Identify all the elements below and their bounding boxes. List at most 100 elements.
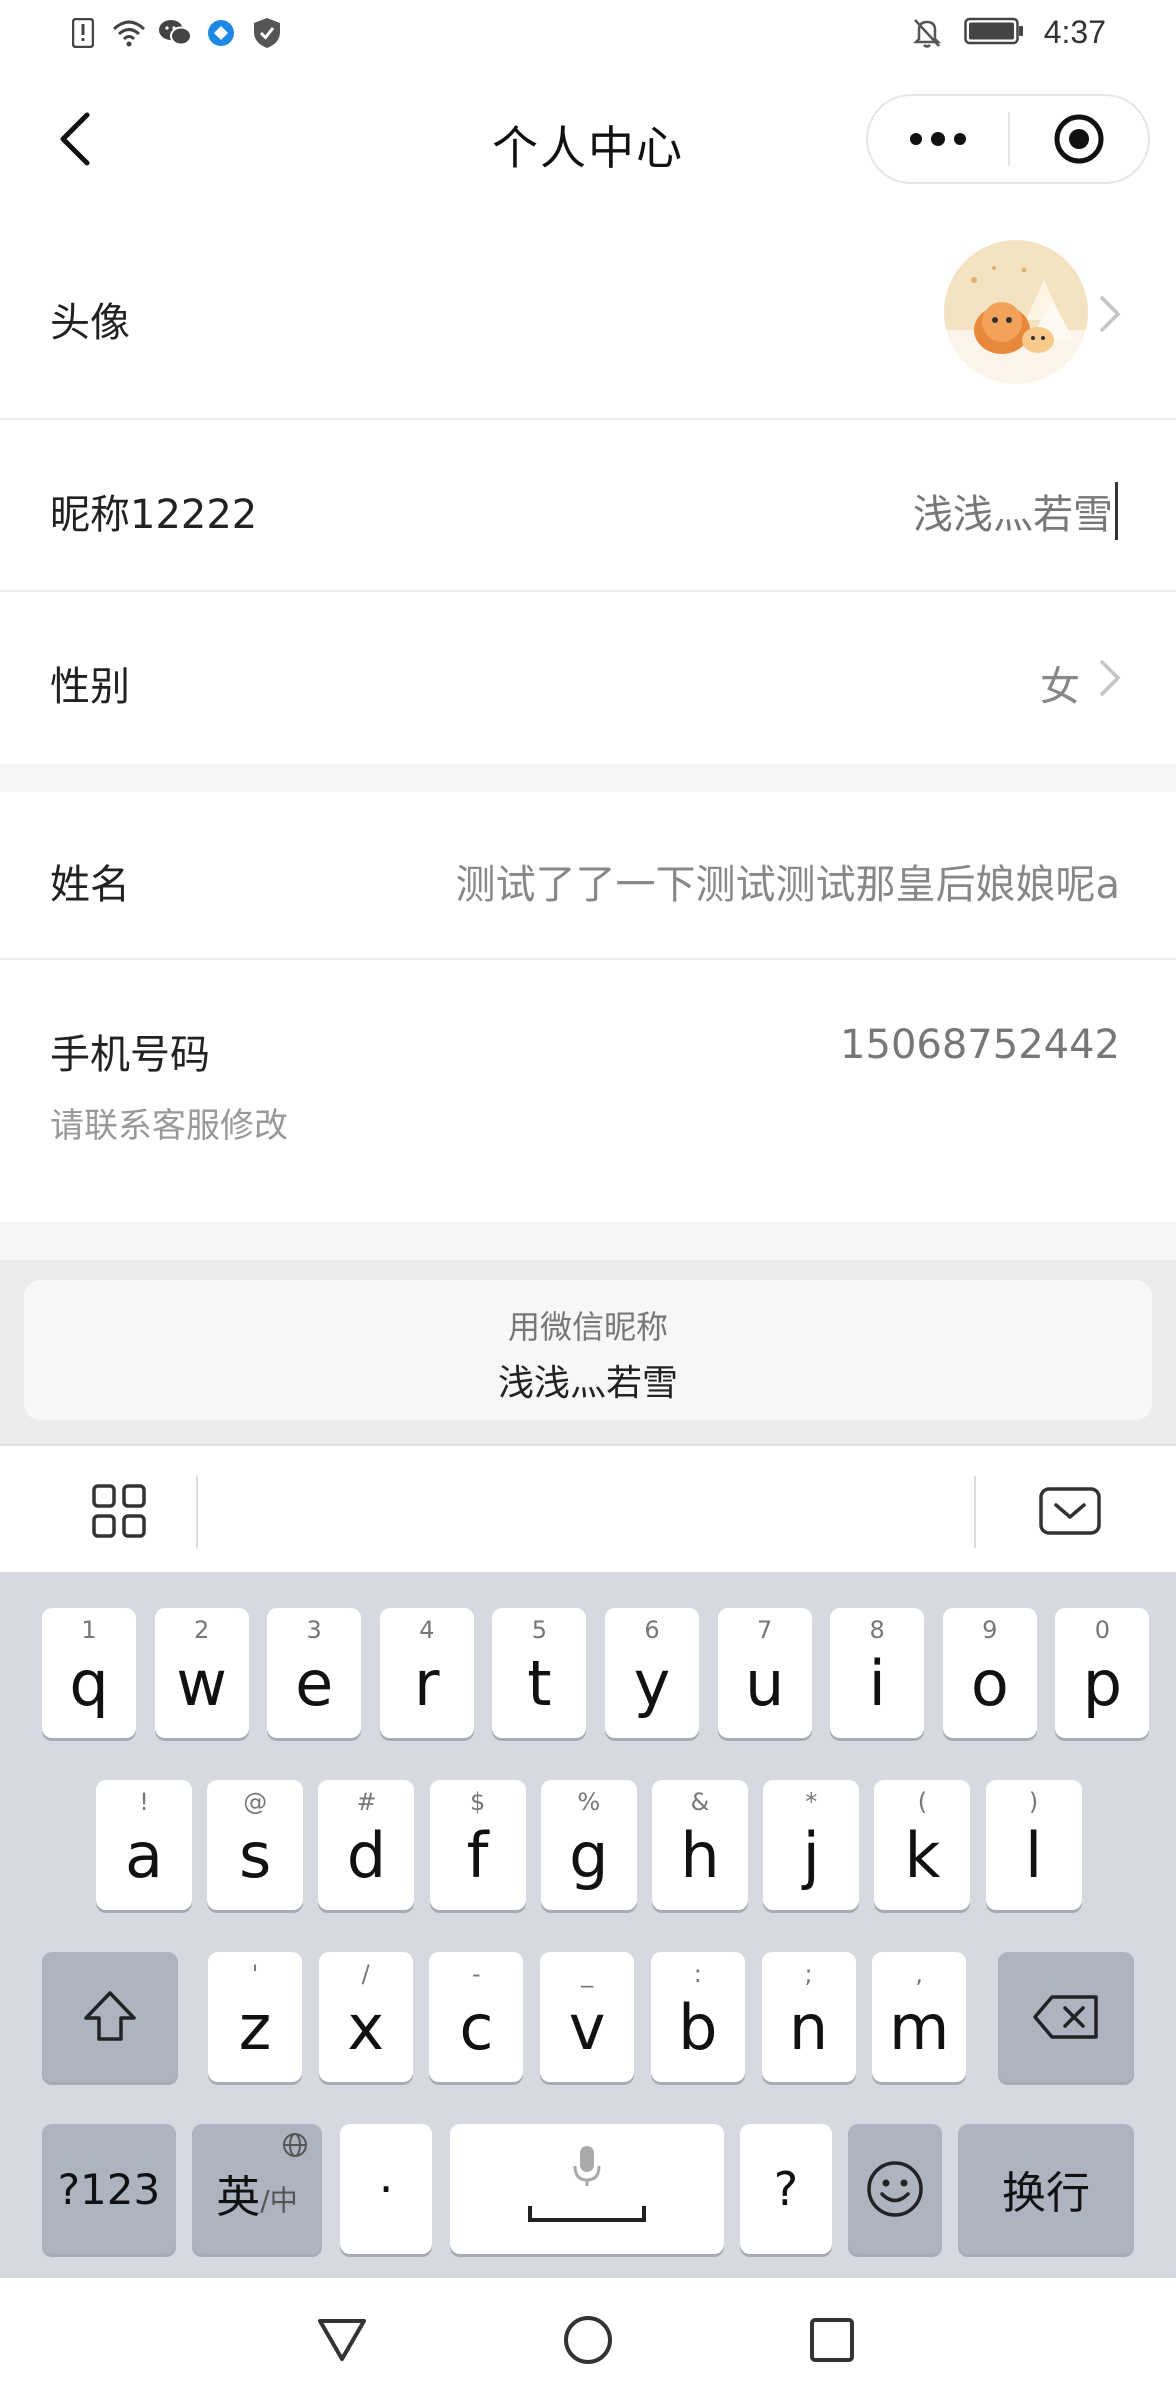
shift-icon xyxy=(84,1991,136,2041)
key-z[interactable]: ' z xyxy=(208,1952,302,2082)
backspace-key[interactable] xyxy=(998,1952,1134,2082)
name-row: 姓名 测试了了一下测试测试那皇后娘娘呢a xyxy=(0,792,1176,960)
key-a[interactable]: ! a xyxy=(96,1780,192,1910)
key-secondary-label: 2 xyxy=(193,1616,210,1644)
key-h[interactable]: & h xyxy=(652,1780,748,1910)
key-label: x xyxy=(347,1991,385,2064)
key-u[interactable]: 7u xyxy=(717,1608,812,1738)
key-label: y xyxy=(633,1647,671,1720)
key-label: w xyxy=(176,1647,227,1720)
key-x[interactable]: / x xyxy=(318,1952,413,2082)
system-home-button[interactable] xyxy=(556,2308,620,2372)
key-d[interactable]: # d xyxy=(318,1780,415,1910)
key-label: o xyxy=(970,1647,1009,1720)
smiley-icon xyxy=(867,2161,923,2217)
enter-key[interactable]: 换行 xyxy=(958,2124,1134,2254)
gender-row[interactable]: 性别 女 xyxy=(0,592,1176,764)
key-label: c xyxy=(459,1991,494,2064)
name-label: 姓名 xyxy=(50,862,130,908)
key-secondary-label: 4 xyxy=(419,1616,435,1644)
hide-keyboard-button[interactable] xyxy=(1034,1474,1106,1548)
key-m[interactable]: ,m xyxy=(872,1952,967,2082)
more-dots-icon xyxy=(910,132,966,146)
app-icon xyxy=(204,16,238,50)
key-n[interactable]: ; n xyxy=(761,1952,856,2082)
section-divider xyxy=(0,764,1176,792)
gender-label: 性别 xyxy=(50,664,130,710)
key-secondary-label: & xyxy=(690,1788,710,1816)
key-secondary-label: ( xyxy=(917,1788,928,1816)
gender-value: 女 xyxy=(1040,664,1080,710)
key-o[interactable]: 9o xyxy=(942,1608,1037,1738)
key-b[interactable]: :b xyxy=(650,1952,745,2082)
key-label: h xyxy=(680,1819,720,1892)
key-label: a xyxy=(125,1819,163,1892)
name-value: 测试了了一下测试测试那皇后娘娘呢a xyxy=(455,862,1120,908)
key-label: z xyxy=(238,1991,272,2064)
key-c[interactable]: -c xyxy=(429,1952,524,2082)
alert-icon xyxy=(66,16,100,50)
key-secondary-label: 3 xyxy=(306,1616,322,1644)
emoji-key[interactable] xyxy=(848,2124,942,2254)
key-secondary-label: ) xyxy=(1028,1788,1039,1816)
use-wechat-nickname-button[interactable]: 用微信昵称 浅浅灬若雪 xyxy=(24,1280,1152,1420)
status-icons-right: 4:37 xyxy=(910,14,1106,51)
space-bar-icon xyxy=(528,2206,646,2222)
key-r[interactable]: 4r xyxy=(379,1608,474,1738)
key-f[interactable]: $ f xyxy=(429,1780,526,1910)
symbols-key[interactable]: ?123 xyxy=(42,2124,176,2254)
system-recents-button[interactable] xyxy=(800,2308,864,2372)
key-e[interactable]: 3e xyxy=(267,1608,362,1738)
key-secondary-label: 1 xyxy=(81,1616,97,1644)
key-s[interactable]: @ s xyxy=(207,1780,304,1910)
key-secondary-label: * xyxy=(805,1788,818,1816)
key-label: p xyxy=(1082,1647,1123,1720)
shift-key[interactable] xyxy=(42,1952,178,2082)
target-icon xyxy=(1054,114,1104,164)
key-g[interactable]: % g xyxy=(540,1780,637,1910)
battery-icon xyxy=(963,16,1024,50)
space-key[interactable] xyxy=(450,2124,724,2254)
key-label: e xyxy=(295,1647,334,1720)
square-recents-icon xyxy=(810,2318,854,2362)
toolbar-divider xyxy=(974,1476,976,1548)
key-w[interactable]: 2w xyxy=(154,1608,249,1738)
status-bar: 4:37 xyxy=(0,0,1176,72)
key-y[interactable]: 6y xyxy=(605,1608,699,1738)
key-j[interactable]: * j xyxy=(763,1780,860,1910)
key-secondary-label: @ xyxy=(243,1788,268,1816)
wifi-icon xyxy=(112,16,146,50)
key-label: j xyxy=(802,1819,820,1892)
period-key-label: · xyxy=(378,2162,394,2216)
key-secondary-label: 9 xyxy=(982,1616,998,1644)
keyboard-menu-button[interactable] xyxy=(82,1474,156,1548)
language-key[interactable]: 英 /中 xyxy=(192,2124,322,2254)
avatar[interactable] xyxy=(944,240,1088,384)
key-i[interactable]: 8i xyxy=(830,1608,925,1738)
phone-value: 15068752442 xyxy=(840,1022,1120,1068)
wechat-icon xyxy=(158,16,192,50)
key-secondary-label: $ xyxy=(469,1788,486,1816)
key-t[interactable]: 5t xyxy=(492,1608,587,1738)
key-secondary-label: _ xyxy=(581,1960,594,1988)
phone-label: 手机号码 xyxy=(50,1032,210,1078)
key-label: l xyxy=(1024,1819,1043,1892)
question-key[interactable]: ? xyxy=(740,2124,832,2254)
avatar-label: 头像 xyxy=(50,300,130,346)
key-p[interactable]: 0p xyxy=(1055,1608,1150,1738)
keyboard-collapse-icon xyxy=(1039,1487,1101,1535)
key-q[interactable]: 1q xyxy=(42,1608,136,1738)
close-miniprogram-button[interactable] xyxy=(1010,96,1148,182)
nickname-input[interactable]: 浅浅灬若雪 xyxy=(913,482,1118,540)
key-secondary-label: 6 xyxy=(644,1616,660,1644)
system-back-button[interactable] xyxy=(310,2308,374,2372)
key-label: m xyxy=(888,1991,950,2064)
period-key[interactable]: · xyxy=(340,2124,432,2254)
key-l[interactable]: ) l xyxy=(985,1780,1082,1910)
more-button[interactable] xyxy=(868,96,1008,182)
key-label: r xyxy=(414,1647,440,1720)
key-v[interactable]: _ v xyxy=(540,1952,635,2082)
key-label: i xyxy=(868,1647,886,1720)
backspace-icon xyxy=(1033,1995,1098,2039)
key-k[interactable]: (k xyxy=(874,1780,971,1910)
